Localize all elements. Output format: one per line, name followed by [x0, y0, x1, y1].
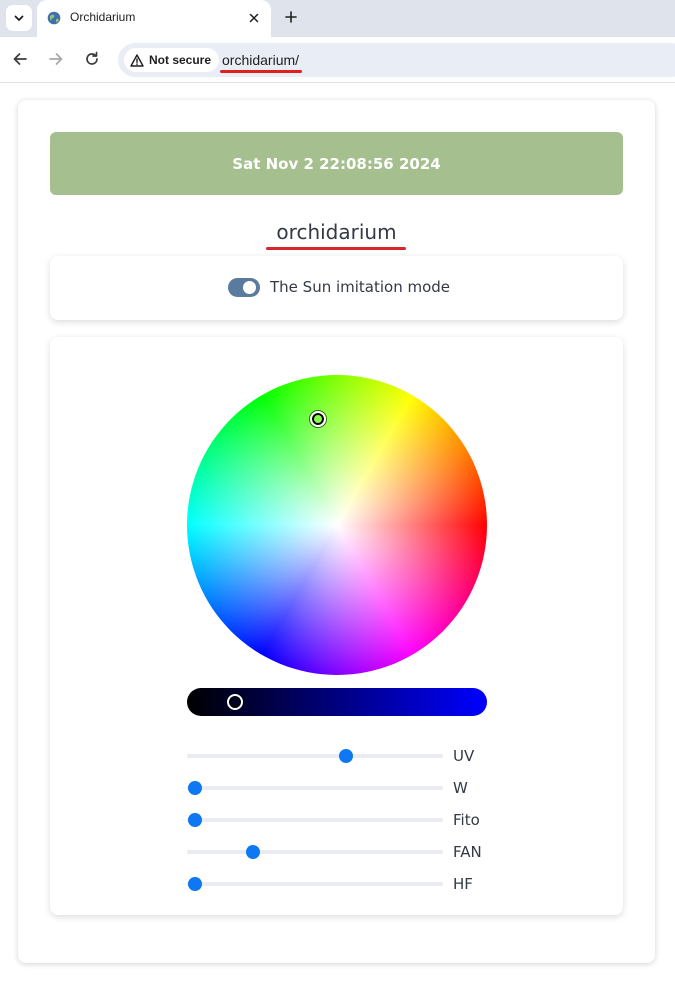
- url-text[interactable]: orchidarium/: [222, 52, 299, 68]
- slider-track[interactable]: [187, 818, 443, 822]
- security-chip[interactable]: Not secure: [124, 48, 220, 72]
- brightness-handle[interactable]: [227, 694, 243, 710]
- close-icon: [249, 13, 259, 23]
- address-bar[interactable]: Not secure orchidarium/: [118, 43, 675, 77]
- slider-label: UV: [453, 747, 475, 765]
- mode-label: The Sun imitation mode: [270, 278, 451, 296]
- slider-track[interactable]: [187, 754, 443, 758]
- arrow-right-icon: [49, 53, 63, 65]
- browser-tab[interactable]: Orchidarium: [37, 0, 271, 37]
- mode-card: The Sun imitation mode: [50, 256, 623, 320]
- main-card: Sat Nov 2 22:08:56 2024 orchidarium The …: [18, 100, 655, 963]
- plus-icon: [285, 11, 297, 23]
- reload-icon: [86, 51, 98, 65]
- slider-row-uv: UV: [187, 745, 507, 767]
- slider-label: Fito: [453, 811, 480, 829]
- reload-button[interactable]: [81, 48, 103, 70]
- slider-thumb[interactable]: [188, 877, 202, 891]
- title-underline: [266, 247, 406, 250]
- tab-title: Orchidarium: [70, 10, 136, 24]
- slider-thumb[interactable]: [339, 749, 354, 763]
- close-tab-button[interactable]: [245, 9, 263, 27]
- slider-thumb[interactable]: [245, 845, 260, 859]
- slider-row-hf: HF: [187, 873, 507, 895]
- new-tab-button[interactable]: [280, 6, 302, 28]
- slider-row-w: W: [187, 777, 507, 799]
- brightness-slider[interactable]: [187, 688, 487, 716]
- globe-icon: [47, 11, 61, 25]
- back-button[interactable]: [9, 48, 31, 70]
- color-wheel-handle[interactable]: [310, 410, 327, 427]
- page-title: orchidarium: [276, 220, 397, 244]
- slider-thumb[interactable]: [188, 813, 202, 827]
- tab-strip: Orchidarium: [0, 0, 675, 37]
- datetime-banner: Sat Nov 2 22:08:56 2024: [50, 132, 623, 195]
- color-picker-card: UV W Fito FAN HF: [50, 337, 623, 915]
- security-label: Not secure: [149, 53, 212, 67]
- chevron-down-icon: [14, 15, 24, 21]
- slider-row-fito: Fito: [187, 809, 507, 831]
- tab-search-button[interactable]: [6, 5, 32, 31]
- slider-thumb[interactable]: [188, 781, 202, 795]
- sun-mode-toggle[interactable]: [228, 278, 260, 297]
- datetime-text: Sat Nov 2 22:08:56 2024: [232, 154, 441, 173]
- slider-label: FAN: [453, 843, 482, 861]
- page-content: Sat Nov 2 22:08:56 2024 orchidarium The …: [0, 83, 675, 981]
- warning-icon: [130, 53, 144, 67]
- url-underline: [220, 70, 302, 73]
- slider-label: W: [453, 779, 468, 797]
- slider-label: HF: [453, 875, 473, 893]
- browser-toolbar: Not secure orchidarium/: [0, 37, 675, 83]
- color-wheel[interactable]: [187, 375, 487, 675]
- slider-track[interactable]: [187, 786, 443, 790]
- toggle-knob: [243, 281, 256, 294]
- slider-track[interactable]: [187, 882, 443, 886]
- forward-button[interactable]: [45, 48, 67, 70]
- slider-track[interactable]: [187, 850, 443, 854]
- arrow-left-icon: [13, 53, 27, 65]
- slider-row-fan: FAN: [187, 841, 507, 863]
